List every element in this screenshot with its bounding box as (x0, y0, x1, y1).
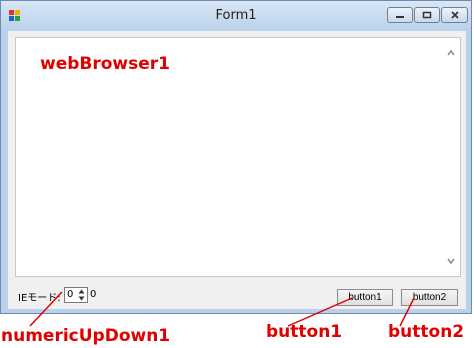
spin-down-icon[interactable] (77, 295, 86, 302)
numericupdown-annotation: numericUpDown1 (1, 326, 171, 346)
scroll-down-icon[interactable] (446, 256, 456, 266)
maximize-button[interactable] (414, 7, 440, 23)
close-icon (450, 11, 459, 19)
numeric-up-down-value[interactable]: 0 (67, 289, 73, 300)
scroll-up-icon[interactable] (446, 48, 456, 58)
bottom-control-area: IEモード: 0 0 button1 button2 (8, 281, 466, 309)
numeric-suffix-label: 0 (90, 289, 97, 300)
maximize-icon (422, 11, 432, 19)
ie-mode-label: IEモード: (18, 293, 61, 304)
button1-annotation: button1 (266, 322, 343, 342)
button2[interactable]: button2 (401, 289, 458, 306)
title-bar[interactable]: Form1 (1, 1, 471, 31)
minimize-icon (396, 16, 404, 18)
numeric-up-down[interactable]: 0 (64, 287, 88, 303)
form-window: Form1 IEモード: 0 0 button1 button2 (0, 0, 472, 314)
spin-up-icon[interactable] (77, 288, 86, 295)
close-button[interactable] (441, 7, 468, 23)
minimize-button[interactable] (387, 7, 413, 23)
button2-annotation: button2 (388, 322, 465, 342)
button1[interactable]: button1 (337, 289, 393, 306)
app-icon (9, 10, 20, 21)
webbrowser-annotation: webBrowser1 (40, 54, 170, 74)
vertical-scrollbar[interactable] (443, 38, 460, 276)
